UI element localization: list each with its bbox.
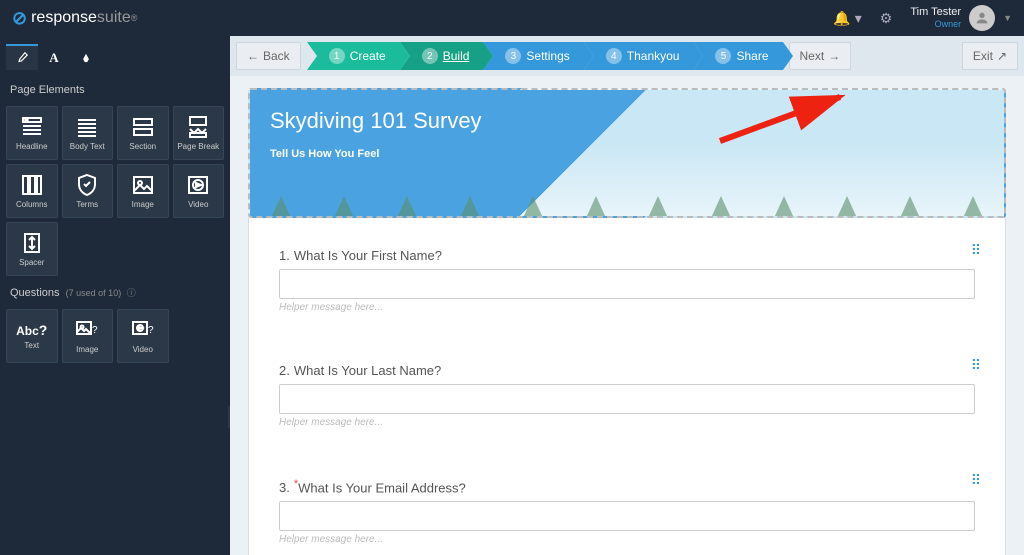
question-label: Text — [24, 341, 39, 350]
step-create[interactable]: 1 Create — [307, 42, 400, 70]
element-page-break[interactable]: Page Break — [173, 106, 225, 160]
section-title-questions: Questions (7 used of 10) ⓘ — [0, 280, 230, 305]
survey-title: Skydiving 101 Survey — [270, 108, 984, 134]
question-counter: (7 used of 10) — [66, 288, 122, 298]
arrow-left-icon: ← — [247, 49, 259, 63]
drag-handle-icon[interactable]: ⠿ — [971, 357, 979, 374]
step-label: Build — [443, 49, 470, 63]
question-number: 2. — [279, 363, 290, 378]
user-menu[interactable]: Tim Tester Owner ▼ — [910, 5, 1012, 31]
answer-input-2[interactable] — [279, 384, 975, 414]
exit-label: Exit — [973, 49, 993, 63]
step-label: Thankyou — [627, 49, 680, 63]
step-settings[interactable]: 3 Settings — [483, 42, 583, 70]
survey-header-block[interactable]: Skydiving 101 Survey Tell Us How You Fee… — [248, 88, 1006, 218]
brand-logo: ⊘ responsesuite® — [12, 8, 137, 29]
question-block-2[interactable]: ⠿ 2.What Is Your Last Name? Helper messa… — [279, 363, 975, 428]
step-label: Settings — [526, 49, 569, 63]
element-label: Page Break — [177, 142, 219, 151]
question-number: 1. — [279, 248, 290, 263]
section-title-elements: Page Elements — [0, 78, 230, 102]
bell-icon[interactable]: 🔔 ▾ — [833, 10, 861, 27]
drag-handle-icon[interactable]: ⠿ — [971, 472, 979, 489]
survey-subtitle: Tell Us How You Feel — [270, 148, 984, 160]
builder-sidebar: A Page Elements H Headline Body Text Sec… — [0, 36, 230, 555]
element-label: Terms — [76, 200, 98, 209]
tab-elements[interactable] — [6, 44, 38, 70]
decorative-trees — [250, 196, 1004, 218]
question-label: Image — [76, 345, 98, 354]
app-header: ⊘ responsesuite® 🔔 ▾ ⚙ Tim Tester Owner … — [0, 0, 1024, 36]
question-text[interactable]: Abc? Text — [6, 309, 58, 363]
element-image[interactable]: Image — [117, 164, 169, 218]
element-headline[interactable]: H Headline — [6, 106, 58, 160]
exit-button[interactable]: Exit ↗ — [962, 42, 1018, 70]
element-spacer[interactable]: Spacer — [6, 222, 58, 276]
gear-icon[interactable]: ⚙ — [880, 10, 893, 27]
question-text-label: What Is Your Email Address? — [298, 480, 466, 495]
step-share[interactable]: 5 Share — [693, 42, 782, 70]
tab-style[interactable] — [70, 44, 102, 70]
element-columns[interactable]: Columns — [6, 164, 58, 218]
user-role: Owner — [910, 19, 961, 30]
element-label: Headline — [16, 142, 48, 151]
question-video[interactable]: ? Video — [117, 309, 169, 363]
question-text-label: What Is Your First Name? — [294, 248, 442, 263]
survey-form-card: ⠿ 1. What Is Your First Name? Helper mess… — [248, 218, 1006, 555]
back-label: Back — [263, 49, 290, 63]
svg-text:?: ? — [92, 325, 98, 336]
helper-text: Helper message here... — [279, 302, 975, 313]
element-section[interactable]: Section — [117, 106, 169, 160]
element-label: Columns — [16, 200, 48, 209]
element-label: Section — [129, 142, 156, 151]
tab-text[interactable]: A — [38, 44, 70, 70]
brand-name-1: response — [31, 9, 97, 27]
question-block-3[interactable]: ⠿ 3.*What Is Your Email Address? Helper … — [279, 478, 975, 545]
svg-text:?: ? — [148, 325, 154, 336]
questions-heading: Questions — [10, 287, 60, 299]
step-thankyou[interactable]: 4 Thankyou — [584, 42, 694, 70]
next-label: Next — [800, 49, 825, 63]
element-video[interactable]: Video — [173, 164, 225, 218]
drag-handle-icon[interactable]: ⠿ — [971, 242, 979, 259]
registered-mark: ® — [131, 13, 138, 23]
next-button[interactable]: Next→ — [789, 42, 852, 70]
helper-text: Helper message here... — [279, 534, 975, 545]
answer-input-3[interactable] — [279, 501, 975, 531]
answer-input-1[interactable] — [279, 269, 975, 299]
back-button[interactable]: ← Back — [236, 42, 301, 70]
question-block-1[interactable]: ⠿ 1.What Is Your First Name? Helper mess… — [279, 248, 975, 313]
step-label: Create — [350, 49, 386, 63]
brand-name-2: suite — [97, 9, 131, 27]
step-num: 2 — [422, 48, 438, 64]
step-build[interactable]: 2 Build — [400, 42, 484, 70]
logo-icon: ⊘ — [12, 8, 27, 29]
step-num: 5 — [715, 48, 731, 64]
user-name: Tim Tester — [910, 6, 961, 19]
question-image[interactable]: ? Image — [62, 309, 114, 363]
element-terms[interactable]: Terms — [62, 164, 114, 218]
element-label: Video — [188, 200, 208, 209]
element-label: Spacer — [19, 258, 44, 267]
element-label: Body Text — [70, 142, 105, 151]
exit-icon: ↗ — [997, 49, 1007, 63]
info-icon[interactable]: ⓘ — [124, 288, 136, 298]
question-label: Video — [133, 345, 153, 354]
builder-canvas: ← Back 1 Create 2 Build 3 Settings 4 Thankyou… — [230, 36, 1024, 555]
svg-text:H: H — [25, 118, 28, 123]
arrow-right-icon: → — [828, 49, 840, 63]
avatar-icon — [969, 5, 995, 31]
element-body-text[interactable]: Body Text — [62, 106, 114, 160]
step-label: Share — [736, 49, 768, 63]
chevron-down-icon: ▼ — [1003, 13, 1012, 23]
step-num: 1 — [329, 48, 345, 64]
helper-text: Helper message here... — [279, 417, 975, 428]
question-number: 3. — [279, 480, 290, 495]
step-num: 3 — [505, 48, 521, 64]
element-label: Image — [132, 200, 154, 209]
question-text-label: What Is Your Last Name? — [294, 363, 441, 378]
step-num: 4 — [606, 48, 622, 64]
wizard-steps-bar: ← Back 1 Create 2 Build 3 Settings 4 Thankyou… — [230, 36, 1024, 76]
